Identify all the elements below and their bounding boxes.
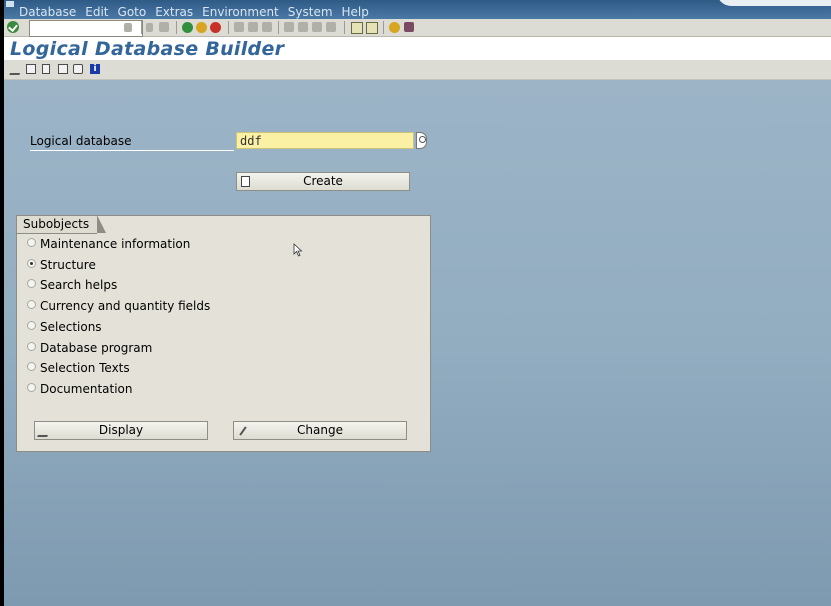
back-icon[interactable] xyxy=(182,22,193,33)
toolbar-separator xyxy=(278,21,279,34)
radio-button-icon[interactable] xyxy=(27,383,36,392)
menu-system[interactable]: System xyxy=(288,5,333,19)
display-glasses-icon xyxy=(37,427,51,437)
print-icon[interactable] xyxy=(234,22,244,32)
sap-window: Database Edit Goto Extras Environment Sy… xyxy=(4,0,831,606)
new-session-icon[interactable] xyxy=(351,22,363,34)
toolbar-separator xyxy=(344,21,345,34)
create-button-label: Create xyxy=(303,174,343,188)
system-menu-icon[interactable] xyxy=(6,1,14,7)
mouse-cursor-icon xyxy=(293,243,303,257)
logical-database-input[interactable]: ddf xyxy=(236,132,414,149)
toolbar-separator xyxy=(383,21,384,34)
radio-documentation[interactable]: Documentation xyxy=(27,381,133,398)
radio-search-helps[interactable]: Search helps xyxy=(27,277,117,294)
display-button[interactable]: Display xyxy=(34,421,208,440)
standard-toolbar xyxy=(4,19,831,37)
radio-label: Selections xyxy=(40,320,102,334)
radio-label: Selection Texts xyxy=(40,361,130,375)
subobjects-group: Subobjects Maintenance information Struc… xyxy=(16,215,431,452)
radio-button-selected-icon[interactable] xyxy=(27,259,36,268)
page-title: Logical Database Builder xyxy=(10,38,285,60)
prev-page-icon[interactable] xyxy=(298,22,308,32)
save-icon[interactable] xyxy=(159,22,169,32)
first-page-icon[interactable] xyxy=(284,22,294,32)
delete-icon[interactable] xyxy=(42,64,50,74)
radio-label: Database program xyxy=(40,341,153,355)
radio-button-icon[interactable] xyxy=(27,300,36,309)
menu-edit[interactable]: Edit xyxy=(85,5,108,19)
menu-goto[interactable]: Goto xyxy=(118,5,147,19)
menu-database[interactable]: Database xyxy=(19,5,76,19)
radio-label: Maintenance information xyxy=(40,237,191,251)
title-bar: Logical Database Builder xyxy=(4,37,831,60)
info-icon[interactable]: i xyxy=(90,64,100,74)
help-icon[interactable] xyxy=(389,22,400,33)
subobjects-title: Subobjects xyxy=(17,215,107,234)
radio-currency-quantity-fields[interactable]: Currency and quantity fields xyxy=(27,298,210,315)
logical-database-label: Logical database xyxy=(30,133,234,151)
change-button[interactable]: Change xyxy=(233,421,407,440)
radio-selections[interactable]: Selections xyxy=(27,319,102,336)
change-button-label: Change xyxy=(297,423,343,437)
radio-button-icon[interactable] xyxy=(27,342,36,351)
cancel-icon[interactable] xyxy=(210,22,221,33)
enter-arrow-icon[interactable] xyxy=(146,23,153,32)
shortcut-icon[interactable] xyxy=(366,22,378,34)
radio-label: Structure xyxy=(40,258,96,272)
display-change-icon[interactable] xyxy=(9,66,23,75)
radio-button-icon[interactable] xyxy=(27,321,36,330)
menu-extras[interactable]: Extras xyxy=(155,5,193,19)
pencil-icon xyxy=(239,426,247,436)
find-next-icon[interactable] xyxy=(262,22,272,32)
toolbar-separator xyxy=(228,21,229,34)
radio-label: Currency and quantity fields xyxy=(40,299,211,313)
menu-help[interactable]: Help xyxy=(342,5,369,19)
command-dropdown-icon[interactable] xyxy=(124,23,132,32)
last-page-icon[interactable] xyxy=(326,22,336,32)
radio-button-icon[interactable] xyxy=(27,238,36,247)
ok-icon[interactable] xyxy=(7,21,19,33)
radio-structure[interactable]: Structure xyxy=(27,257,96,274)
radio-selection-texts[interactable]: Selection Texts xyxy=(27,360,130,377)
exit-icon[interactable] xyxy=(196,22,207,33)
next-page-icon[interactable] xyxy=(312,22,322,32)
radio-label: Search helps xyxy=(40,278,118,292)
layout-icon[interactable] xyxy=(404,22,414,32)
rename-icon[interactable] xyxy=(58,64,68,74)
display-button-label: Display xyxy=(98,423,144,437)
window-controls[interactable] xyxy=(717,0,831,6)
menu-environment[interactable]: Environment xyxy=(202,5,279,19)
toolbar-separator xyxy=(141,21,142,34)
value-help-icon[interactable] xyxy=(416,132,427,149)
find-icon[interactable] xyxy=(248,22,258,32)
radio-button-icon[interactable] xyxy=(27,362,36,371)
where-used-icon[interactable] xyxy=(73,64,83,74)
menu-bar: Database Edit Goto Extras Environment Sy… xyxy=(4,0,831,19)
menu-items: Database Edit Goto Extras Environment Sy… xyxy=(19,5,378,19)
toolbar-separator xyxy=(176,21,177,34)
create-icon xyxy=(241,176,250,187)
radio-database-program[interactable]: Database program xyxy=(27,340,152,357)
radio-maintenance-information[interactable]: Maintenance information xyxy=(27,236,190,253)
create-button[interactable]: Create xyxy=(236,172,410,191)
radio-button-icon[interactable] xyxy=(27,279,36,288)
copy-icon[interactable] xyxy=(26,64,36,74)
radio-label: Documentation xyxy=(40,382,133,396)
application-toolbar: i xyxy=(4,60,831,80)
